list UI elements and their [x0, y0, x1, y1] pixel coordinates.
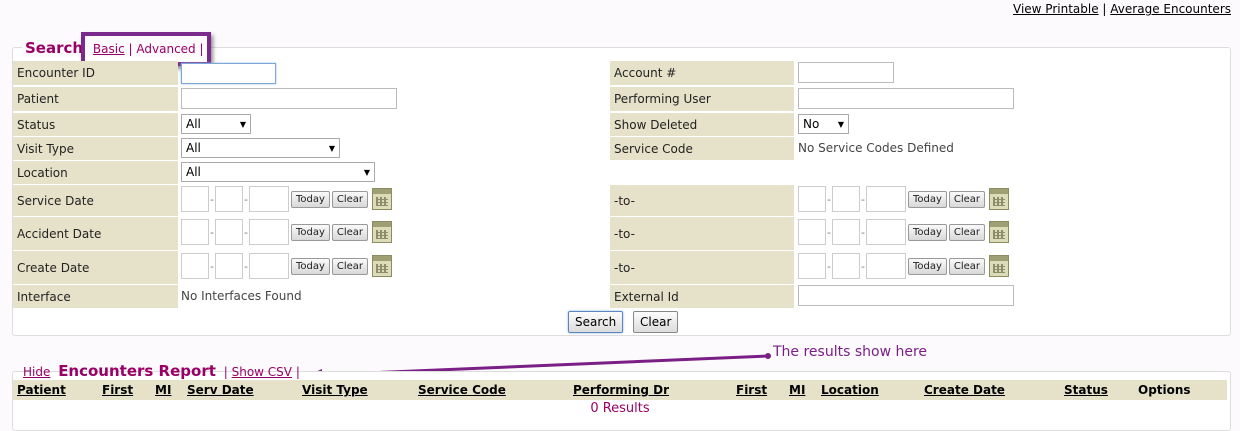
annotation-arrow — [306, 353, 771, 382]
col-performing-dr[interactable]: Performing Dr — [573, 380, 669, 400]
col-mi[interactable]: MI — [155, 380, 171, 400]
report-separator: | — [223, 365, 228, 379]
col-patient[interactable]: Patient — [17, 380, 66, 400]
col-status[interactable]: Status — [1064, 380, 1108, 400]
report-title: Encounters Report — [58, 362, 216, 380]
report-separator-end: | — [295, 365, 300, 379]
col-options: Options — [1138, 383, 1191, 397]
col-create-date[interactable]: Create Date — [924, 380, 1005, 400]
report-table-header: Patient First MI Serv Date Visit Type Se… — [13, 380, 1227, 400]
col-first[interactable]: First — [102, 380, 133, 400]
report-header: Hide Encounters Report | Show CSV | — [23, 362, 300, 380]
show-csv-link[interactable]: Show CSV — [232, 365, 292, 379]
hide-report-link[interactable]: Hide — [23, 365, 50, 379]
results-count: 0 Results — [590, 401, 650, 416]
col-serv-date[interactable]: Serv Date — [187, 380, 254, 400]
col-location[interactable]: Location — [821, 380, 879, 400]
col-service-code[interactable]: Service Code — [418, 380, 506, 400]
col-first-dr[interactable]: First — [736, 380, 767, 400]
col-visit-type[interactable]: Visit Type — [302, 380, 368, 400]
col-mi-dr[interactable]: MI — [789, 380, 805, 400]
